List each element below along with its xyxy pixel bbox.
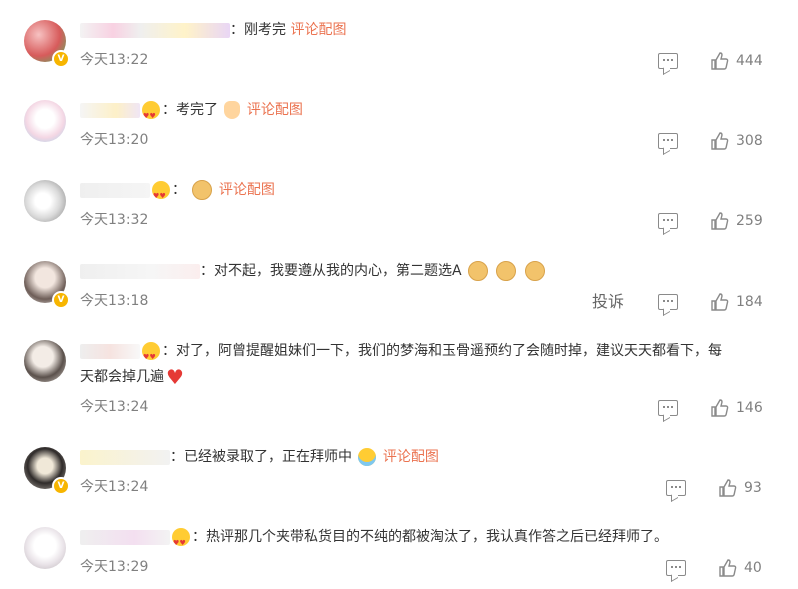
username-blurred[interactable] bbox=[80, 449, 170, 465]
heart-eyes-emoji-icon bbox=[142, 101, 160, 129]
like-count: 146 bbox=[736, 400, 763, 416]
comment-text: ： 评论配图 bbox=[80, 177, 768, 209]
heart-emoji-icon: ♥ bbox=[166, 365, 184, 389]
timestamp: 今天13:32 bbox=[80, 212, 149, 228]
comment-text: ：对了，阿曾提醒姐妹们一下，我们的梦海和玉骨遥预约了会随时掉，建议天天都看下，每… bbox=[80, 338, 768, 390]
crying-emoji-icon bbox=[358, 448, 377, 466]
reply-icon[interactable] bbox=[666, 480, 686, 496]
heart-eyes-emoji-icon bbox=[172, 528, 190, 556]
comment-text: ：热评那几个夹带私货目的不纯的都被淘汰了，我认真作答之后已经拜师了。 bbox=[80, 524, 768, 556]
like-count: 93 bbox=[744, 480, 762, 496]
verified-badge-icon: V bbox=[52, 50, 70, 68]
reply-icon[interactable] bbox=[658, 294, 678, 310]
comment-text: ：刚考完 评论配图 bbox=[80, 17, 768, 43]
reply-icon[interactable] bbox=[658, 213, 678, 229]
thumbs-up-icon[interactable] bbox=[718, 558, 738, 578]
timestamp: 今天13:20 bbox=[80, 132, 149, 148]
timestamp: 今天13:29 bbox=[80, 559, 149, 575]
timestamp: 今天13:24 bbox=[80, 479, 149, 495]
thumbs-up-icon[interactable] bbox=[710, 398, 730, 418]
reply-icon[interactable] bbox=[658, 133, 678, 149]
like-count: 444 bbox=[736, 53, 763, 69]
doge-emoji-icon bbox=[496, 261, 517, 281]
avatar[interactable] bbox=[24, 340, 66, 382]
username-blurred[interactable] bbox=[80, 263, 200, 279]
doge-emoji-icon bbox=[192, 180, 213, 200]
username-blurred[interactable] bbox=[80, 182, 150, 198]
username-blurred[interactable] bbox=[80, 22, 230, 38]
timestamp: 今天13:18 bbox=[80, 293, 149, 309]
avatar[interactable] bbox=[24, 100, 66, 142]
doge-emoji-icon bbox=[468, 261, 489, 281]
thumbs-up-icon[interactable] bbox=[710, 131, 730, 151]
report-button[interactable]: 投诉 bbox=[592, 290, 624, 314]
reply-icon[interactable] bbox=[666, 560, 686, 576]
rock-hand-emoji-icon bbox=[224, 101, 241, 119]
comment-image-link[interactable]: 评论配图 bbox=[383, 449, 439, 465]
reply-icon[interactable] bbox=[658, 400, 678, 416]
like-count: 184 bbox=[736, 294, 763, 310]
avatar[interactable] bbox=[24, 180, 66, 222]
comment-text: ：对不起，我要遵从我的内心，第二题选A bbox=[80, 258, 768, 284]
avatar[interactable] bbox=[24, 527, 66, 569]
thumbs-up-icon[interactable] bbox=[718, 478, 738, 498]
username-blurred[interactable] bbox=[80, 102, 140, 118]
like-count: 40 bbox=[744, 560, 762, 576]
reply-icon[interactable] bbox=[658, 53, 678, 69]
username-blurred[interactable] bbox=[80, 529, 170, 545]
thumbs-up-icon[interactable] bbox=[710, 292, 730, 312]
username-blurred[interactable] bbox=[80, 343, 140, 359]
thumbs-up-icon[interactable] bbox=[710, 51, 730, 71]
verified-badge-icon: V bbox=[52, 291, 70, 309]
heart-eyes-emoji-icon bbox=[152, 181, 170, 209]
comment-text: ：已经被录取了，正在拜师中 评论配图 bbox=[80, 444, 768, 470]
thumbs-up-icon[interactable] bbox=[710, 211, 730, 231]
doge-emoji-icon bbox=[524, 261, 545, 281]
timestamp: 今天13:22 bbox=[80, 52, 149, 68]
comment-image-link[interactable]: 评论配图 bbox=[247, 102, 303, 118]
like-count: 308 bbox=[736, 133, 763, 149]
like-count: 259 bbox=[736, 213, 763, 229]
verified-badge-icon: V bbox=[52, 477, 70, 495]
comment-image-link[interactable]: 评论配图 bbox=[219, 182, 275, 198]
heart-eyes-emoji-icon bbox=[142, 342, 160, 370]
comment-text: ：考完了 评论配图 bbox=[80, 97, 768, 129]
comment-image-link[interactable]: 评论配图 bbox=[290, 22, 346, 38]
timestamp: 今天13:24 bbox=[80, 399, 149, 415]
